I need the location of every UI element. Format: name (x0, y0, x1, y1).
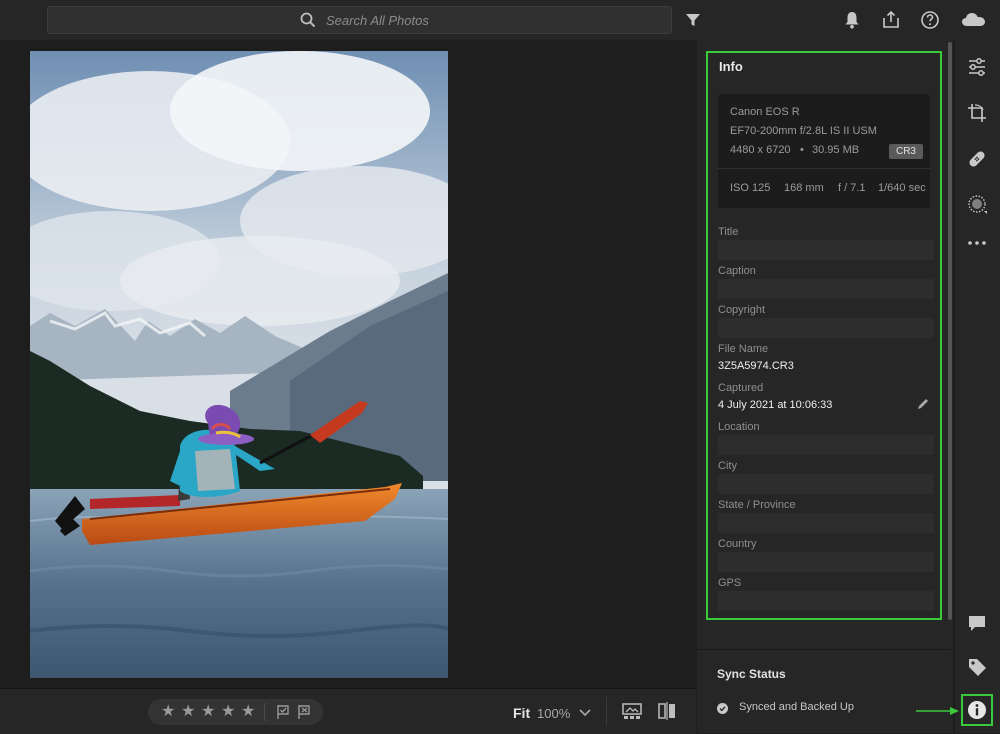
location-field[interactable] (718, 435, 934, 455)
star-5-icon[interactable]: ★ (241, 702, 255, 722)
cloud-icon[interactable] (960, 9, 988, 31)
state-province-field[interactable] (718, 513, 934, 533)
chevron-down-icon[interactable] (578, 707, 592, 719)
comment-icon[interactable] (966, 612, 988, 634)
sync-check-icon (717, 703, 728, 714)
title-field[interactable] (718, 240, 934, 260)
fit-zoom-button[interactable]: Fit (513, 705, 530, 721)
pick-flag-icon[interactable] (276, 704, 290, 720)
copyright-label: Copyright (718, 304, 766, 316)
file-name-label: File Name (718, 343, 769, 355)
exif-focal-length: 168 mm (784, 182, 824, 194)
sync-status-title: Sync Status (717, 667, 786, 681)
gps-label: GPS (718, 577, 742, 589)
gps-field[interactable] (718, 591, 934, 611)
exif-shutter-speed: 1/640 sec (878, 182, 926, 194)
caption-field[interactable] (718, 279, 934, 299)
search-icon (300, 12, 316, 28)
captured-label: Captured (718, 382, 764, 394)
lens-model: EF70-200mm f/2.8L IS II USM (730, 125, 877, 137)
more-options-icon[interactable] (966, 232, 988, 254)
info-icon[interactable] (966, 699, 988, 721)
zoom-level-button[interactable]: 100% (537, 706, 570, 721)
camera-model: Canon EOS R (730, 106, 800, 118)
crop-rotate-icon[interactable] (966, 102, 988, 124)
country-label: Country (718, 538, 757, 550)
top-bar (0, 0, 1000, 41)
rating-divider (264, 703, 265, 721)
edit-pencil-icon[interactable] (916, 397, 930, 411)
exif-iso: ISO 125 (730, 182, 771, 194)
image-dimensions: 4480 x 6720 (730, 144, 791, 156)
filmstrip-icon[interactable] (622, 702, 642, 720)
state-province-label: State / Province (718, 499, 796, 511)
search-box[interactable] (47, 6, 672, 34)
keyword-tag-icon[interactable] (966, 656, 988, 678)
bottom-toolbar: ★ ★ ★ ★ ★ Fit 100% (0, 688, 696, 734)
masking-icon[interactable] (966, 193, 988, 215)
star-1-icon[interactable]: ★ (161, 702, 175, 722)
file-name-value: 3Z5A5974.CR3 (718, 360, 794, 372)
file-format-badge: CR3 (889, 144, 923, 159)
notification-bell-icon[interactable] (841, 9, 863, 31)
photo-canvas[interactable] (0, 40, 696, 688)
file-size: 30.95 MB (812, 144, 860, 156)
title-label: Title (718, 226, 739, 238)
sync-status-text: Synced and Backed Up (739, 701, 854, 713)
reject-flag-icon[interactable] (297, 704, 311, 720)
kayak-photo[interactable] (30, 51, 448, 678)
compare-view-icon[interactable] (657, 702, 677, 720)
captured-value: 4 July 2021 at 10:06:33 (718, 399, 833, 411)
help-icon[interactable] (919, 9, 941, 31)
edit-sliders-icon[interactable] (966, 56, 988, 78)
panel-scrollbar[interactable] (948, 42, 952, 620)
star-4-icon[interactable]: ★ (221, 702, 235, 722)
filter-icon[interactable] (682, 9, 704, 31)
healing-bandage-icon[interactable] (966, 148, 988, 170)
camera-card-divider (718, 168, 930, 169)
search-input[interactable] (326, 11, 626, 29)
location-label: Location (718, 421, 760, 433)
star-3-icon[interactable]: ★ (201, 702, 215, 722)
country-field[interactable] (718, 552, 934, 572)
copyright-field[interactable] (718, 318, 934, 338)
arrow-pointer-icon (916, 707, 959, 715)
caption-label: Caption (718, 265, 756, 277)
city-field[interactable] (718, 474, 934, 494)
sync-divider (697, 649, 951, 650)
city-label: City (718, 460, 737, 472)
star-2-icon[interactable]: ★ (181, 702, 195, 722)
rating-control: ★ ★ ★ ★ ★ (148, 699, 323, 725)
camera-details-card: Canon EOS R EF70-200mm f/2.8L IS II USM … (718, 94, 930, 208)
exif-aperture: f / 7.1 (838, 182, 866, 194)
dimension-separator: • (800, 144, 804, 156)
bottom-divider (606, 697, 607, 725)
share-icon[interactable] (880, 9, 902, 31)
info-panel-title: Info (719, 59, 743, 74)
